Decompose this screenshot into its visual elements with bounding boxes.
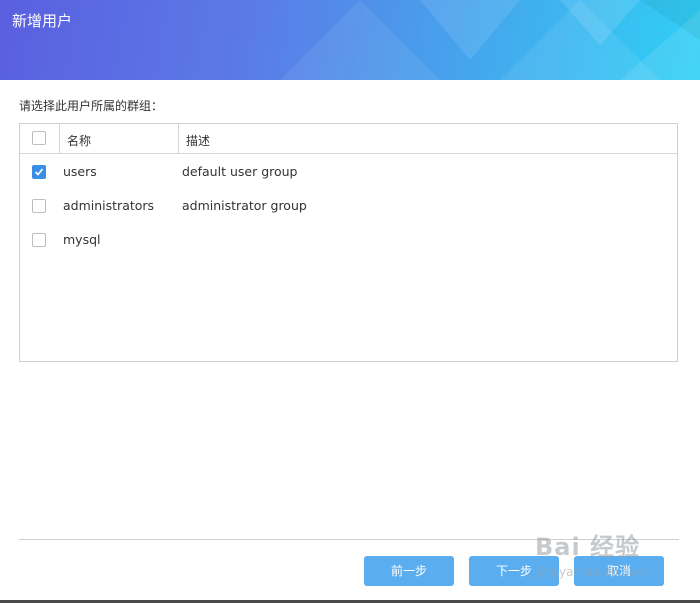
check-icon: [34, 168, 44, 176]
group-description: default user group: [182, 164, 298, 179]
group-description: administrator group: [182, 198, 307, 213]
column-header-description[interactable]: 描述: [186, 132, 210, 149]
table-row[interactable]: mysql: [20, 223, 677, 257]
next-step-button[interactable]: 下一步: [469, 556, 559, 586]
dialog-title: 新增用户: [12, 12, 73, 30]
table-row[interactable]: users default user group: [20, 155, 677, 189]
footer-divider: [19, 539, 679, 540]
group-name: users: [63, 164, 97, 179]
header-pattern: [280, 0, 700, 80]
column-header-name[interactable]: 名称: [67, 132, 91, 149]
dialog-header: 新增用户: [0, 0, 700, 80]
row-checkbox-mysql[interactable]: [32, 233, 46, 247]
group-name: administrators: [63, 198, 155, 213]
group-name: mysql: [63, 232, 101, 247]
prev-step-button[interactable]: 前一步: [364, 556, 454, 586]
group-select-prompt: 请选择此用户所属的群组：: [19, 99, 164, 113]
table-row[interactable]: administrators administrator group: [20, 189, 677, 223]
select-all-checkbox[interactable]: [32, 131, 46, 145]
row-checkbox-administrators[interactable]: [32, 199, 46, 213]
column-divider: [59, 124, 60, 153]
row-checkbox-users[interactable]: [32, 165, 46, 179]
cancel-button[interactable]: 取消: [574, 556, 664, 586]
table-header: 名称 描述: [20, 124, 677, 154]
column-divider: [178, 124, 179, 153]
group-table: 名称 描述 users default user group administr…: [19, 123, 678, 362]
